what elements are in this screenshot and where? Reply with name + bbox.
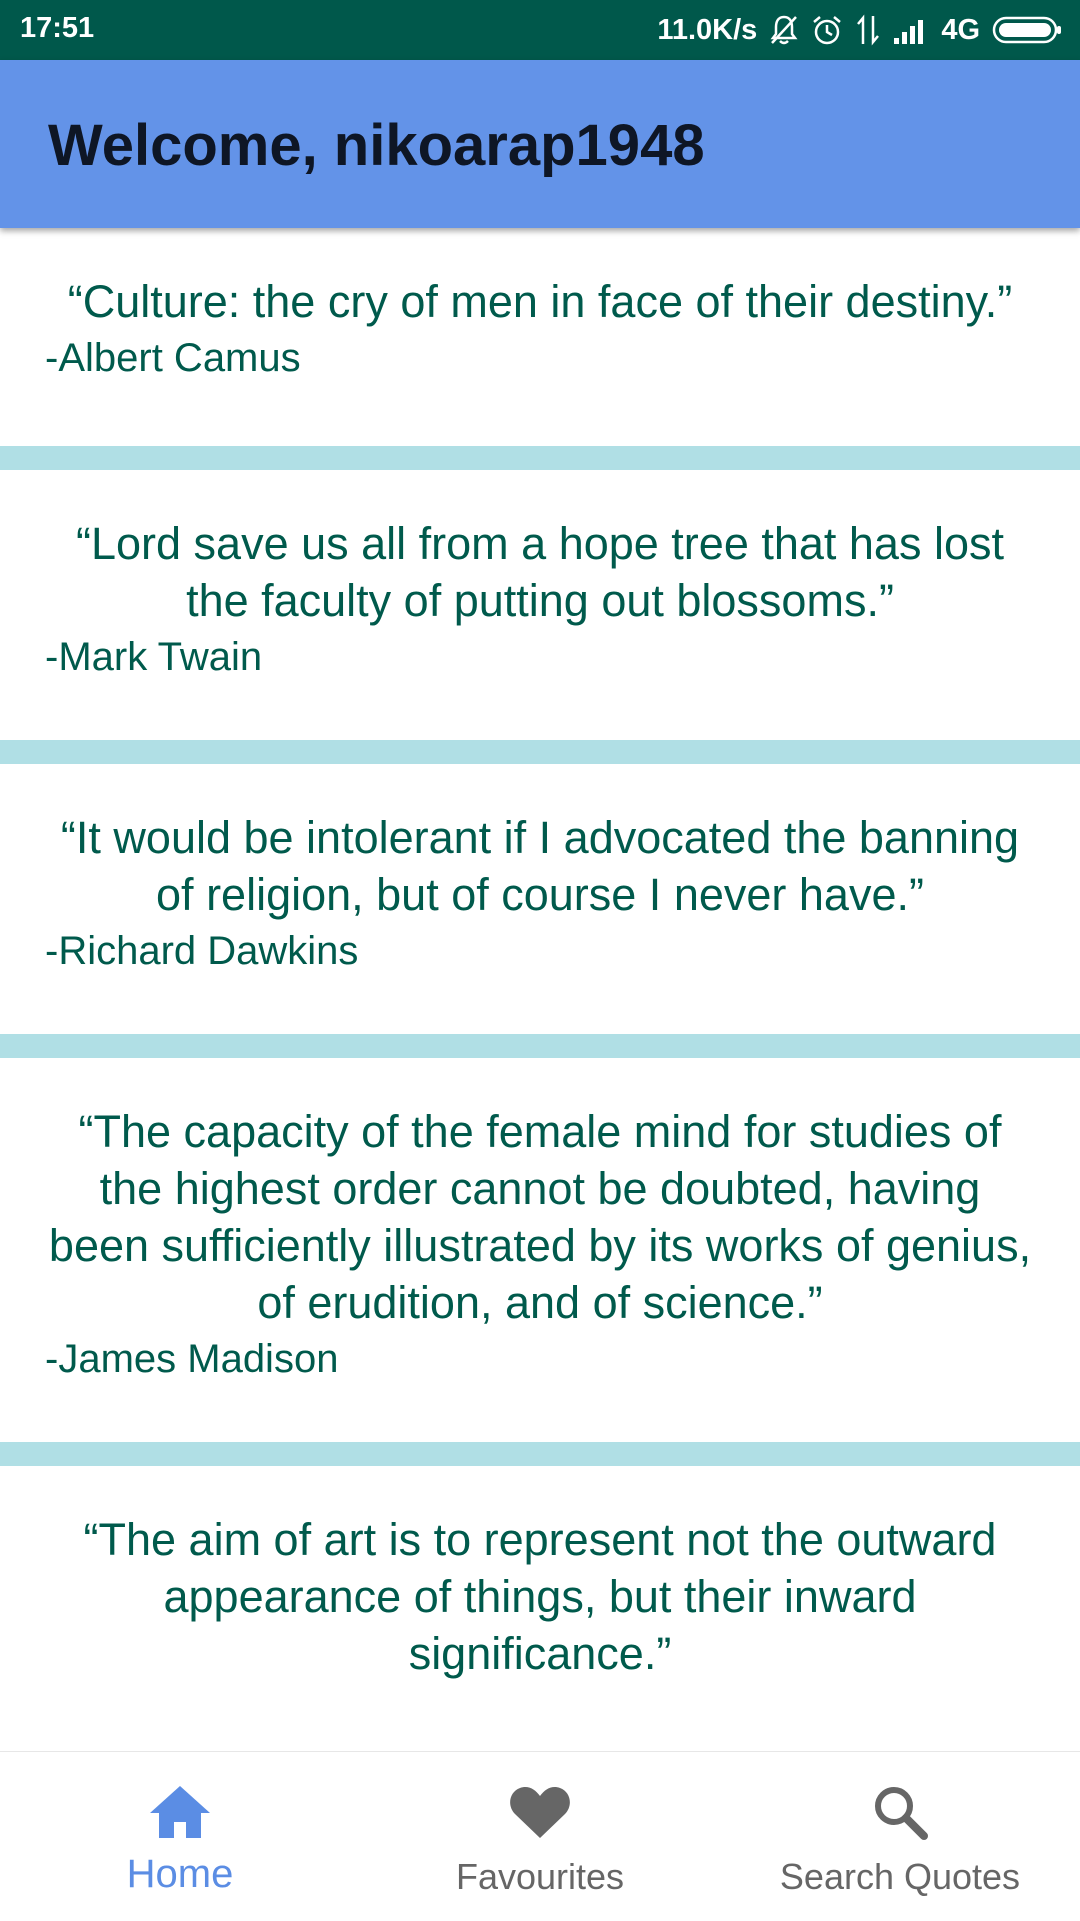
quote-text: “Culture: the cry of men in face of thei… [67, 276, 1013, 327]
quote-text: “It would be intolerant if I advocated t… [60, 812, 1020, 920]
quote-card[interactable]: “It would be intolerant if I advocated t… [0, 764, 1080, 1058]
network-speed: 11.0K/s [657, 13, 758, 46]
quote-text: “The aim of art is to represent not the … [83, 1514, 997, 1679]
status-time: 17:51 [20, 12, 95, 44]
quote-card[interactable]: “The capacity of the female mind for stu… [0, 1058, 1080, 1466]
signal-icon [893, 16, 929, 44]
quote-text: “Lord save us all from a hope tree that … [76, 518, 1004, 626]
quote-card[interactable]: “Culture: the cry of men in face of thei… [0, 228, 1080, 470]
alarm-icon [811, 14, 843, 46]
nav-item-search-quotes[interactable]: Search Quotes [720, 1752, 1080, 1921]
quote-author: -Albert Camus [45, 336, 301, 380]
nav-label-favourites: Favourites [455, 1856, 625, 1897]
home-icon [147, 1778, 213, 1846]
quote-author: -James Madison [45, 1337, 339, 1381]
quote-author: -Richard Dawkins [45, 929, 359, 973]
quote-card[interactable]: “The aim of art is to represent not the … [0, 1466, 1080, 1751]
battery-icon [992, 15, 1062, 45]
bottom-navigation: Home Favourites Search Quotes [0, 1751, 1080, 1921]
data-transfer-icon [855, 14, 881, 46]
quote-text: “The capacity of the female mind for stu… [48, 1106, 1032, 1328]
app-bar: Welcome, nikoarap1948 [0, 60, 1080, 228]
quote-author: -Mark Twain [45, 635, 263, 679]
nav-label-search-quotes: Search Quotes [779, 1856, 1021, 1897]
status-icons: 11.0K/s 4G [657, 9, 1062, 51]
status-bar: 17:51 11.0K/s 4G [0, 0, 1080, 60]
page-title: Welcome, nikoarap1948 [48, 113, 705, 178]
quote-list[interactable]: “Culture: the cry of men in face of thei… [0, 228, 1080, 1751]
quote-card[interactable]: “Lord save us all from a hope tree that … [0, 470, 1080, 764]
nav-label-home: Home [126, 1852, 234, 1896]
heart-icon [508, 1778, 572, 1846]
nav-item-home[interactable]: Home [0, 1752, 360, 1921]
bell-off-icon [769, 14, 799, 46]
search-icon [870, 1778, 930, 1846]
nav-item-favourites[interactable]: Favourites [360, 1752, 720, 1921]
network-type: 4G [941, 13, 980, 46]
